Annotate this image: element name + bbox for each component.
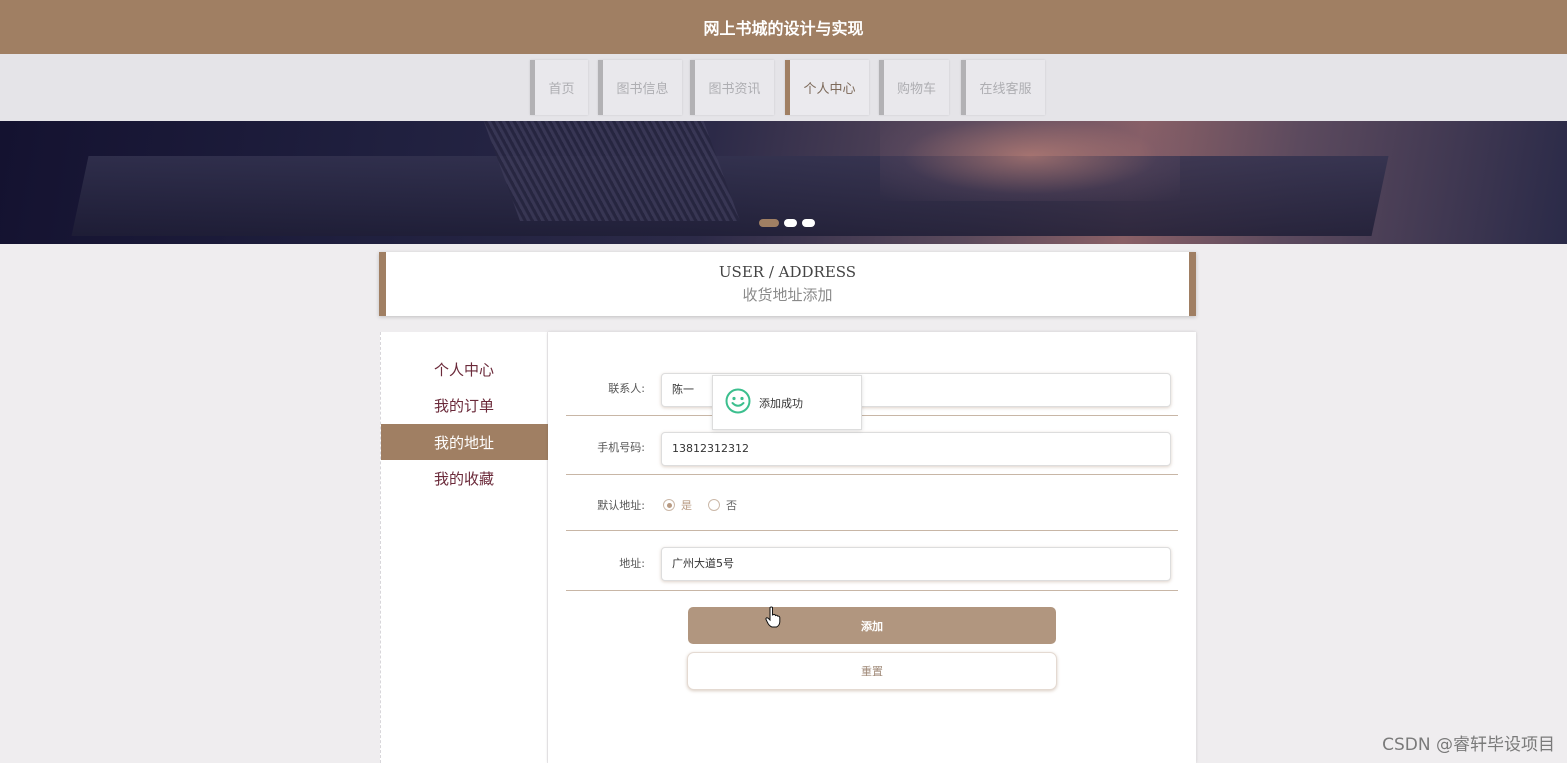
- default-address-radio-group: 是 否: [663, 497, 737, 513]
- carousel-dot-1[interactable]: [759, 219, 779, 227]
- site-title: 网上书城的设计与实现: [703, 19, 864, 38]
- success-toast: 添加成功: [712, 375, 862, 430]
- nav-item-online-service[interactable]: 在线客服: [961, 60, 1045, 115]
- toast-message: 添加成功: [759, 396, 803, 410]
- carousel-dot-3[interactable]: [802, 219, 815, 227]
- sidebar-item-my-address[interactable]: 我的地址: [381, 424, 548, 460]
- add-button[interactable]: 添加: [688, 607, 1056, 644]
- watermark: CSDN @睿轩毕设项目: [1382, 735, 1555, 755]
- smile-icon: [725, 388, 751, 418]
- phone-input[interactable]: 13812312312: [661, 432, 1171, 466]
- address-form-panel: 联系人: 陈一 手机号码: 13812312312 默认地址: 是 否 地址: …: [548, 332, 1196, 763]
- nav-item-personal-center[interactable]: 个人中心: [785, 60, 869, 115]
- nav-item-cart[interactable]: 购物车: [879, 60, 949, 115]
- reset-button[interactable]: 重置: [687, 652, 1057, 690]
- divider: [566, 590, 1178, 591]
- nav-item-book-info[interactable]: 图书信息: [598, 60, 682, 115]
- sidebar-item-my-favorites[interactable]: 我的收藏: [381, 460, 548, 496]
- divider: [566, 474, 1178, 475]
- top-header: 网上书城的设计与实现: [0, 0, 1567, 54]
- carousel-indicators: [759, 219, 815, 227]
- hand-cursor-icon: [765, 606, 781, 632]
- address-input[interactable]: 广州大道5号: [661, 547, 1171, 581]
- default-no-radio[interactable]: [708, 499, 720, 511]
- address-label: 地址:: [619, 557, 645, 570]
- default-yes-label[interactable]: 是: [681, 497, 692, 513]
- nav-item-home[interactable]: 首页: [530, 60, 588, 115]
- divider: [566, 415, 1178, 416]
- contact-label: 联系人:: [608, 382, 645, 395]
- sidebar-item-my-orders[interactable]: 我的订单: [381, 387, 548, 423]
- divider: [566, 530, 1178, 531]
- banner-book-pages: [479, 121, 741, 221]
- section-title-cn: 收货地址添加: [742, 286, 833, 304]
- default-address-label: 默认地址:: [597, 499, 645, 512]
- section-title-en: USER / ADDRESS: [718, 263, 857, 281]
- default-yes-radio[interactable]: [663, 499, 675, 511]
- main-nav: 首页 图书信息 图书资讯 个人中心 购物车 在线客服: [0, 54, 1567, 121]
- user-sidebar: 个人中心 我的订单 我的地址 我的收藏: [380, 332, 548, 763]
- nav-item-book-news[interactable]: 图书资讯: [690, 60, 774, 115]
- carousel-dot-2[interactable]: [784, 219, 797, 227]
- phone-label: 手机号码:: [597, 441, 645, 454]
- banner-light: [880, 121, 1180, 201]
- sidebar-item-personal-center[interactable]: 个人中心: [381, 351, 548, 387]
- section-heading: USER / ADDRESS 收货地址添加: [379, 252, 1196, 316]
- default-no-label[interactable]: 否: [726, 497, 737, 513]
